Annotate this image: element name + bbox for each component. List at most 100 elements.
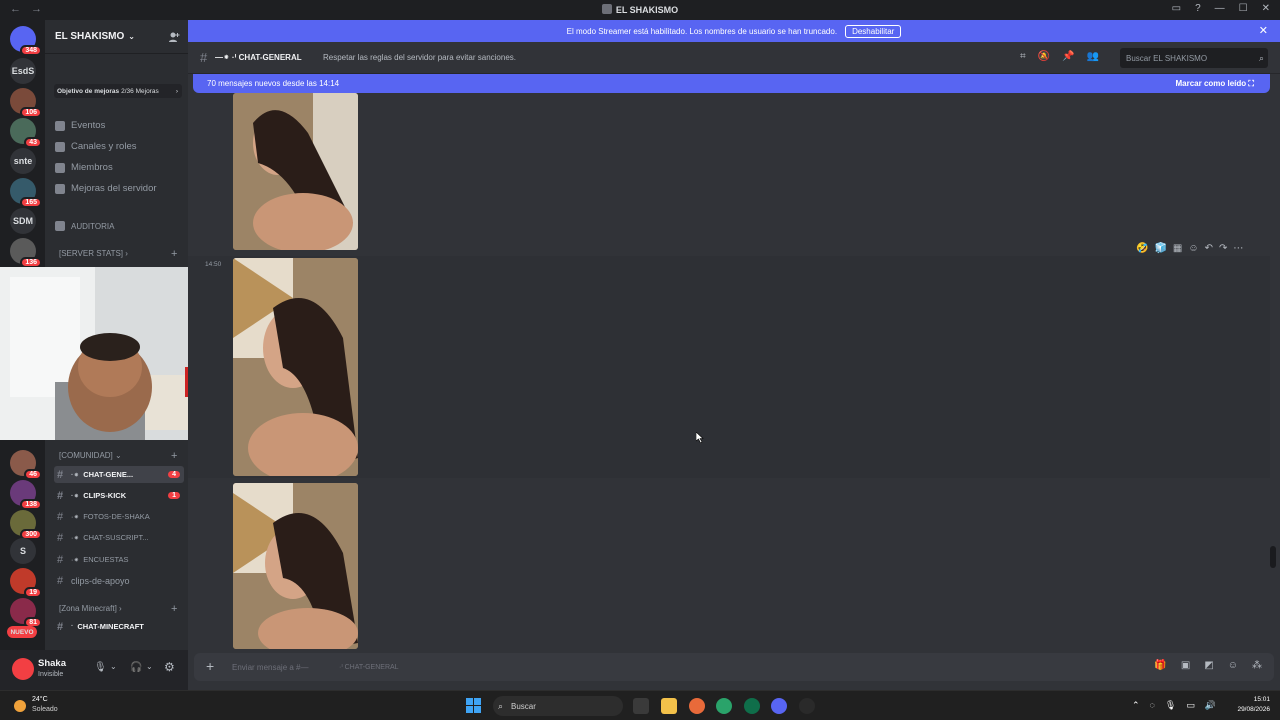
server-header[interactable]: EL SHAKISMO ⌄: [45, 20, 188, 54]
server-icon-s[interactable]: S: [10, 538, 36, 564]
minimize-icon[interactable]: —: [1215, 3, 1225, 14]
more-options-icon[interactable]: ⋯: [1233, 243, 1243, 254]
disable-streamer-mode-button[interactable]: Deshabilitar: [845, 24, 902, 38]
image-attachment[interactable]: [233, 258, 358, 476]
emoji-icon[interactable]: ☺: [1228, 660, 1238, 671]
server-icon-server-5[interactable]: 165: [10, 178, 42, 208]
sidebar-item-events[interactable]: Eventos: [55, 120, 105, 131]
server-icon-sdm[interactable]: SDM: [10, 208, 36, 234]
taskbar-search[interactable]: ⌕ Buscar: [493, 696, 623, 716]
sidebar-item-audit[interactable]: AUDITORIA: [55, 221, 114, 231]
channel-clips-de-apoyo[interactable]: # clips-de-apoyo: [54, 572, 184, 589]
inbox-icon[interactable]: ▭: [1172, 3, 1181, 14]
invite-people-icon[interactable]: [168, 31, 180, 43]
add-attachment-icon[interactable]: +: [206, 658, 214, 674]
image-attachment[interactable]: [233, 483, 358, 649]
channel-chat-minecraft[interactable]: # · CHAT-MINECRAFT: [54, 618, 184, 635]
message-input[interactable]: [232, 657, 932, 677]
server-icon-server-9[interactable]: 138: [10, 480, 42, 510]
volume-icon[interactable]: 🔊: [1205, 700, 1216, 711]
avatar[interactable]: [12, 658, 34, 680]
server-icon-server-13[interactable]: 81: [10, 598, 42, 628]
image-attachment[interactable]: [233, 93, 358, 250]
category-server-stats[interactable]: [SERVER STATS] › +: [59, 248, 177, 260]
microphone-icon[interactable]: 🎙: [94, 662, 107, 673]
gear-icon[interactable]: ⚙: [164, 660, 175, 674]
headphones-icon[interactable]: 🎧: [130, 662, 142, 673]
server-icon-discord-home[interactable]: 348: [10, 26, 42, 56]
taskbar-clock[interactable]: 15:01 29/08/2026: [1237, 695, 1270, 715]
sidebar-item-server-boosts[interactable]: Mejoras del servidor: [55, 183, 157, 194]
threads-icon[interactable]: ⌗: [1020, 51, 1026, 62]
category-zona-minecraft[interactable]: [Zona Minecraft] › +: [59, 603, 177, 615]
pin-icon[interactable]: 📌: [1062, 51, 1074, 62]
category-comunidad[interactable]: [COMUNIDAD] ⌄ +: [59, 450, 177, 462]
gif-icon[interactable]: ▣: [1181, 660, 1190, 671]
gift-icon[interactable]: 🎁: [1154, 660, 1166, 671]
server-icon-server-12[interactable]: 19: [10, 568, 42, 598]
file-explorer-icon[interactable]: [661, 698, 677, 714]
close-icon[interactable]: ✕: [1259, 24, 1268, 37]
sidebar-item-channels-roles[interactable]: Canales y roles: [55, 141, 136, 152]
edge-icon[interactable]: [716, 698, 732, 714]
server-label: NUEVO: [10, 628, 34, 636]
maximize-icon[interactable]: ☐: [1239, 3, 1248, 14]
channel-clips-kick[interactable]: # ·⁕ CLIPS-KICK 1: [54, 487, 184, 504]
notification-bell-icon[interactable]: 🔕: [1038, 51, 1050, 62]
calendar-icon: [55, 120, 65, 131]
reply-icon[interactable]: ↶: [1205, 243, 1213, 254]
user-panel: Shaka Invisible 🎙 ⌄ 🎧 ⌄ ⚙: [0, 650, 188, 690]
add-reaction-icon[interactable]: ☺: [1188, 243, 1198, 254]
channel-fotos-de-shaka[interactable]: # ·⁕ FOTOS-DE-SHAKA: [54, 508, 184, 525]
boost-goal[interactable]: Objetivo de mejoras 2/36 Mejoras ›: [54, 84, 182, 98]
add-channel-icon[interactable]: +: [171, 248, 177, 260]
server-icon-server-8[interactable]: 46: [10, 450, 42, 480]
sticker-icon[interactable]: ◩: [1204, 660, 1213, 671]
microphone-icon[interactable]: 🎙: [1165, 700, 1176, 711]
sidebar-item-members[interactable]: Miembros: [55, 162, 113, 173]
channel-chat-general[interactable]: # ·⁕ CHAT-GENE... 4: [54, 466, 184, 483]
clock-date: 29/08/2026: [1237, 706, 1270, 713]
hash-icon: #: [57, 489, 64, 502]
chevron-down-icon[interactable]: ⌄: [110, 662, 117, 671]
discord-icon[interactable]: [771, 698, 787, 714]
app-icon[interactable]: [744, 698, 760, 714]
network-icon[interactable]: ▭: [1186, 700, 1195, 711]
tray-app-icon[interactable]: ◌: [1150, 700, 1155, 711]
server-icon-snte[interactable]: snte: [10, 148, 36, 174]
boost-goal-count: 2/36 Mejoras: [121, 87, 159, 95]
start-button[interactable]: [466, 698, 481, 713]
channel-topic[interactable]: Respetar las reglas del servidor para ev…: [323, 53, 516, 62]
server-icon-server-10[interactable]: 300: [10, 510, 42, 540]
task-view-icon[interactable]: [633, 698, 649, 714]
server-icon-server-7[interactable]: 136: [10, 238, 42, 268]
windows-taskbar: 24°C Soleado ⌕ Buscar ⌃ ◌ 🎙 ▭ 🔊 15:01 29/…: [0, 690, 1280, 720]
apps-icon[interactable]: ⁂: [1252, 660, 1262, 671]
scrollbar-thumb[interactable]: [1270, 546, 1276, 568]
window-controls: ▭ ? — ☐ ✕: [1172, 3, 1270, 14]
member-list-icon[interactable]: 👥: [1087, 51, 1099, 62]
server-icon-esds[interactable]: EsdS: [10, 58, 36, 84]
reaction-emoji-icon[interactable]: 🤣: [1136, 243, 1148, 254]
chevron-down-icon[interactable]: ⌄: [146, 662, 153, 671]
channel-chat-suscriptores[interactable]: # ·⁕ CHAT-SUSCRIPT...: [54, 529, 184, 546]
channel-encuestas[interactable]: # ·⁕ ENCUESTAS: [54, 551, 184, 568]
search-input[interactable]: [1120, 48, 1268, 68]
new-messages-bar[interactable]: 70 mensajes nuevos desde las 14:14 Marca…: [193, 74, 1270, 93]
add-channel-icon[interactable]: +: [171, 450, 177, 462]
server-icon-server-3[interactable]: 43: [10, 118, 42, 148]
chevron-up-icon[interactable]: ⌃: [1132, 700, 1140, 711]
copilot-icon[interactable]: [689, 698, 705, 714]
reaction-emoji-icon[interactable]: 🧊: [1154, 243, 1166, 254]
server-icon-server-2[interactable]: 106: [10, 88, 42, 118]
message-timestamp: 14:50: [205, 261, 222, 268]
server-icon-nuevo[interactable]: NUEVO: [7, 626, 37, 638]
add-channel-icon[interactable]: +: [171, 603, 177, 615]
reaction-emoji-icon[interactable]: ▦: [1173, 243, 1182, 254]
forward-icon[interactable]: ↷: [1219, 243, 1227, 254]
app-icon[interactable]: [799, 698, 815, 714]
search-icon: ⌕: [1259, 53, 1265, 63]
help-icon[interactable]: ?: [1195, 3, 1201, 14]
mark-as-read-button[interactable]: Marcar como leído ⛶: [1175, 79, 1254, 89]
close-icon[interactable]: ✕: [1262, 3, 1270, 14]
